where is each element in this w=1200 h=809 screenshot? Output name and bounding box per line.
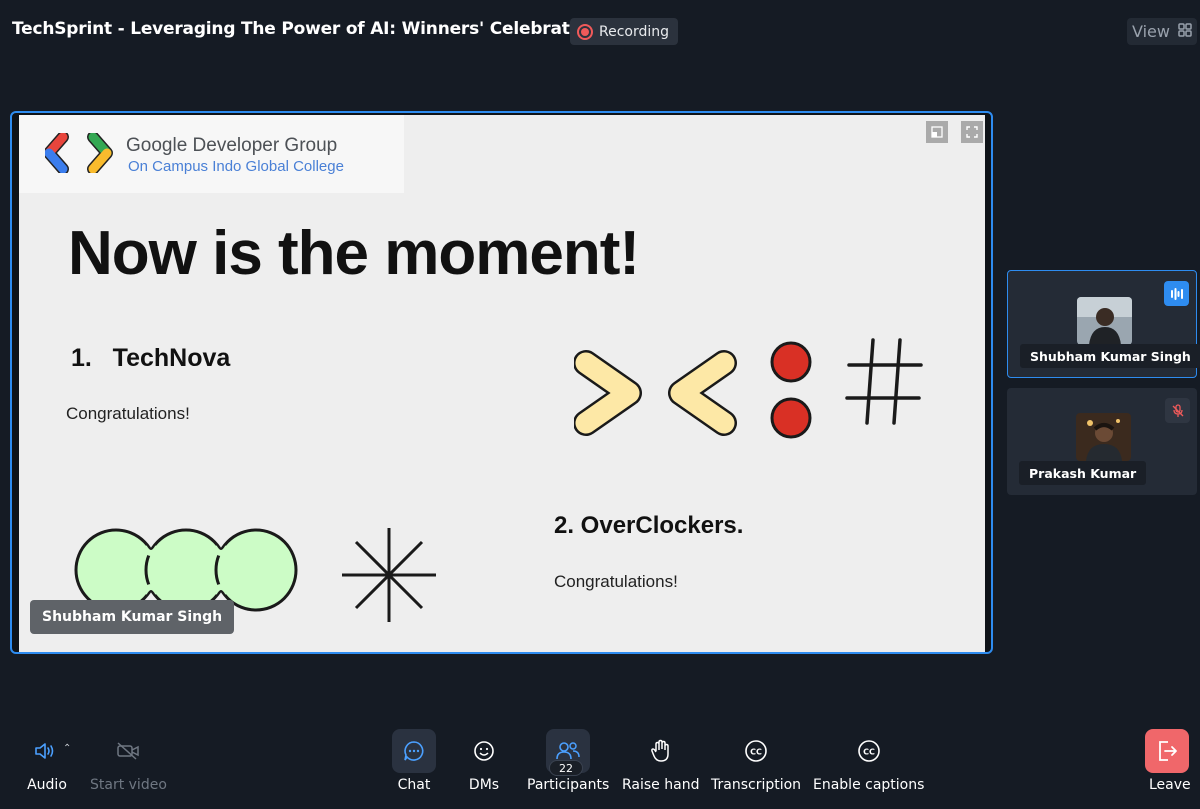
chevrons-decoration-icon: [574, 350, 737, 436]
pip-icon[interactable]: [926, 121, 948, 143]
recording-icon: [577, 23, 593, 40]
captions-label: Enable captions: [813, 777, 925, 793]
asterisk-decoration-icon: [342, 528, 436, 622]
view-label: View: [1132, 22, 1170, 41]
svg-text:CC: CC: [750, 748, 762, 757]
meeting-title: TechSprint - Leveraging The Power of AI:…: [12, 19, 599, 39]
hash-decoration-icon: [845, 338, 923, 425]
svg-text:CC: CC: [863, 748, 875, 757]
audio-button[interactable]: ⌃ Audio: [25, 729, 71, 793]
cc-icon: CC: [857, 740, 880, 762]
leave-icon: [1159, 741, 1177, 761]
cc-icon: CC: [745, 740, 767, 762]
leave-button[interactable]: [1145, 729, 1189, 773]
dms-button[interactable]: DMs: [462, 729, 506, 793]
start-video-button[interactable]: Start video: [90, 729, 167, 793]
transcription-label: Transcription: [711, 777, 802, 793]
audio-label: Audio: [27, 777, 67, 793]
winner-second-message: Congratulations!: [554, 572, 678, 591]
leave-label: Leave: [1149, 777, 1191, 793]
participant-name: Shubham Kumar Singh: [1020, 344, 1200, 368]
participants-count-badge: 22: [549, 760, 583, 776]
participants-icon: [556, 742, 580, 760]
slide-heading: Now is the moment!: [68, 219, 640, 288]
presenter-name-tag: Shubham Kumar Singh: [30, 600, 235, 634]
video-off-icon: [117, 742, 140, 760]
avatar: [1077, 297, 1132, 345]
winner-first: 1. TechNova: [71, 344, 231, 372]
enable-captions-button[interactable]: CC Enable captions: [813, 729, 924, 793]
shared-screen[interactable]: Google Developer Group On Campus Indo Gl…: [10, 111, 993, 654]
grid-view-icon: [1178, 22, 1192, 41]
org-campus: On Campus Indo Global College: [128, 158, 344, 175]
chat-button[interactable]: Chat: [392, 729, 436, 793]
start-video-label: Start video: [90, 777, 167, 793]
participants-label: Participants: [527, 777, 610, 793]
fullscreen-icon[interactable]: [961, 121, 983, 143]
gdg-logo-icon: [45, 133, 113, 173]
chevron-up-icon[interactable]: ⌃: [63, 743, 71, 754]
colon-decoration-icon: [770, 341, 812, 439]
chat-icon: [404, 741, 424, 761]
org-name: Google Developer Group: [126, 135, 338, 156]
mic-muted-icon: [1165, 398, 1190, 423]
raise-hand-label: Raise hand: [622, 777, 700, 793]
dms-icon: [474, 741, 494, 761]
audio-wave-icon: [1164, 281, 1189, 306]
winner-second: 2. OverClockers.: [554, 512, 744, 539]
participant-tile[interactable]: Shubham Kumar Singh: [1007, 270, 1200, 378]
raise-hand-button[interactable]: Raise hand: [622, 729, 699, 793]
recording-badge: Recording: [570, 18, 679, 45]
speaker-icon: [35, 743, 54, 759]
avatar: [1076, 413, 1131, 461]
presentation-slide: Google Developer Group On Campus Indo Gl…: [19, 115, 985, 652]
participant-tile[interactable]: Prakash Kumar: [1007, 388, 1197, 495]
winner-first-message: Congratulations!: [66, 404, 190, 423]
gdg-header: Google Developer Group On Campus Indo Gl…: [19, 115, 404, 193]
view-button[interactable]: View: [1127, 18, 1197, 45]
recording-label: Recording: [599, 23, 670, 40]
transcription-button[interactable]: CC Transcription: [711, 729, 801, 793]
participant-name: Prakash Kumar: [1019, 461, 1147, 485]
dms-label: DMs: [468, 777, 500, 793]
raise-hand-icon: [650, 739, 669, 762]
chat-label: Chat: [397, 777, 431, 793]
